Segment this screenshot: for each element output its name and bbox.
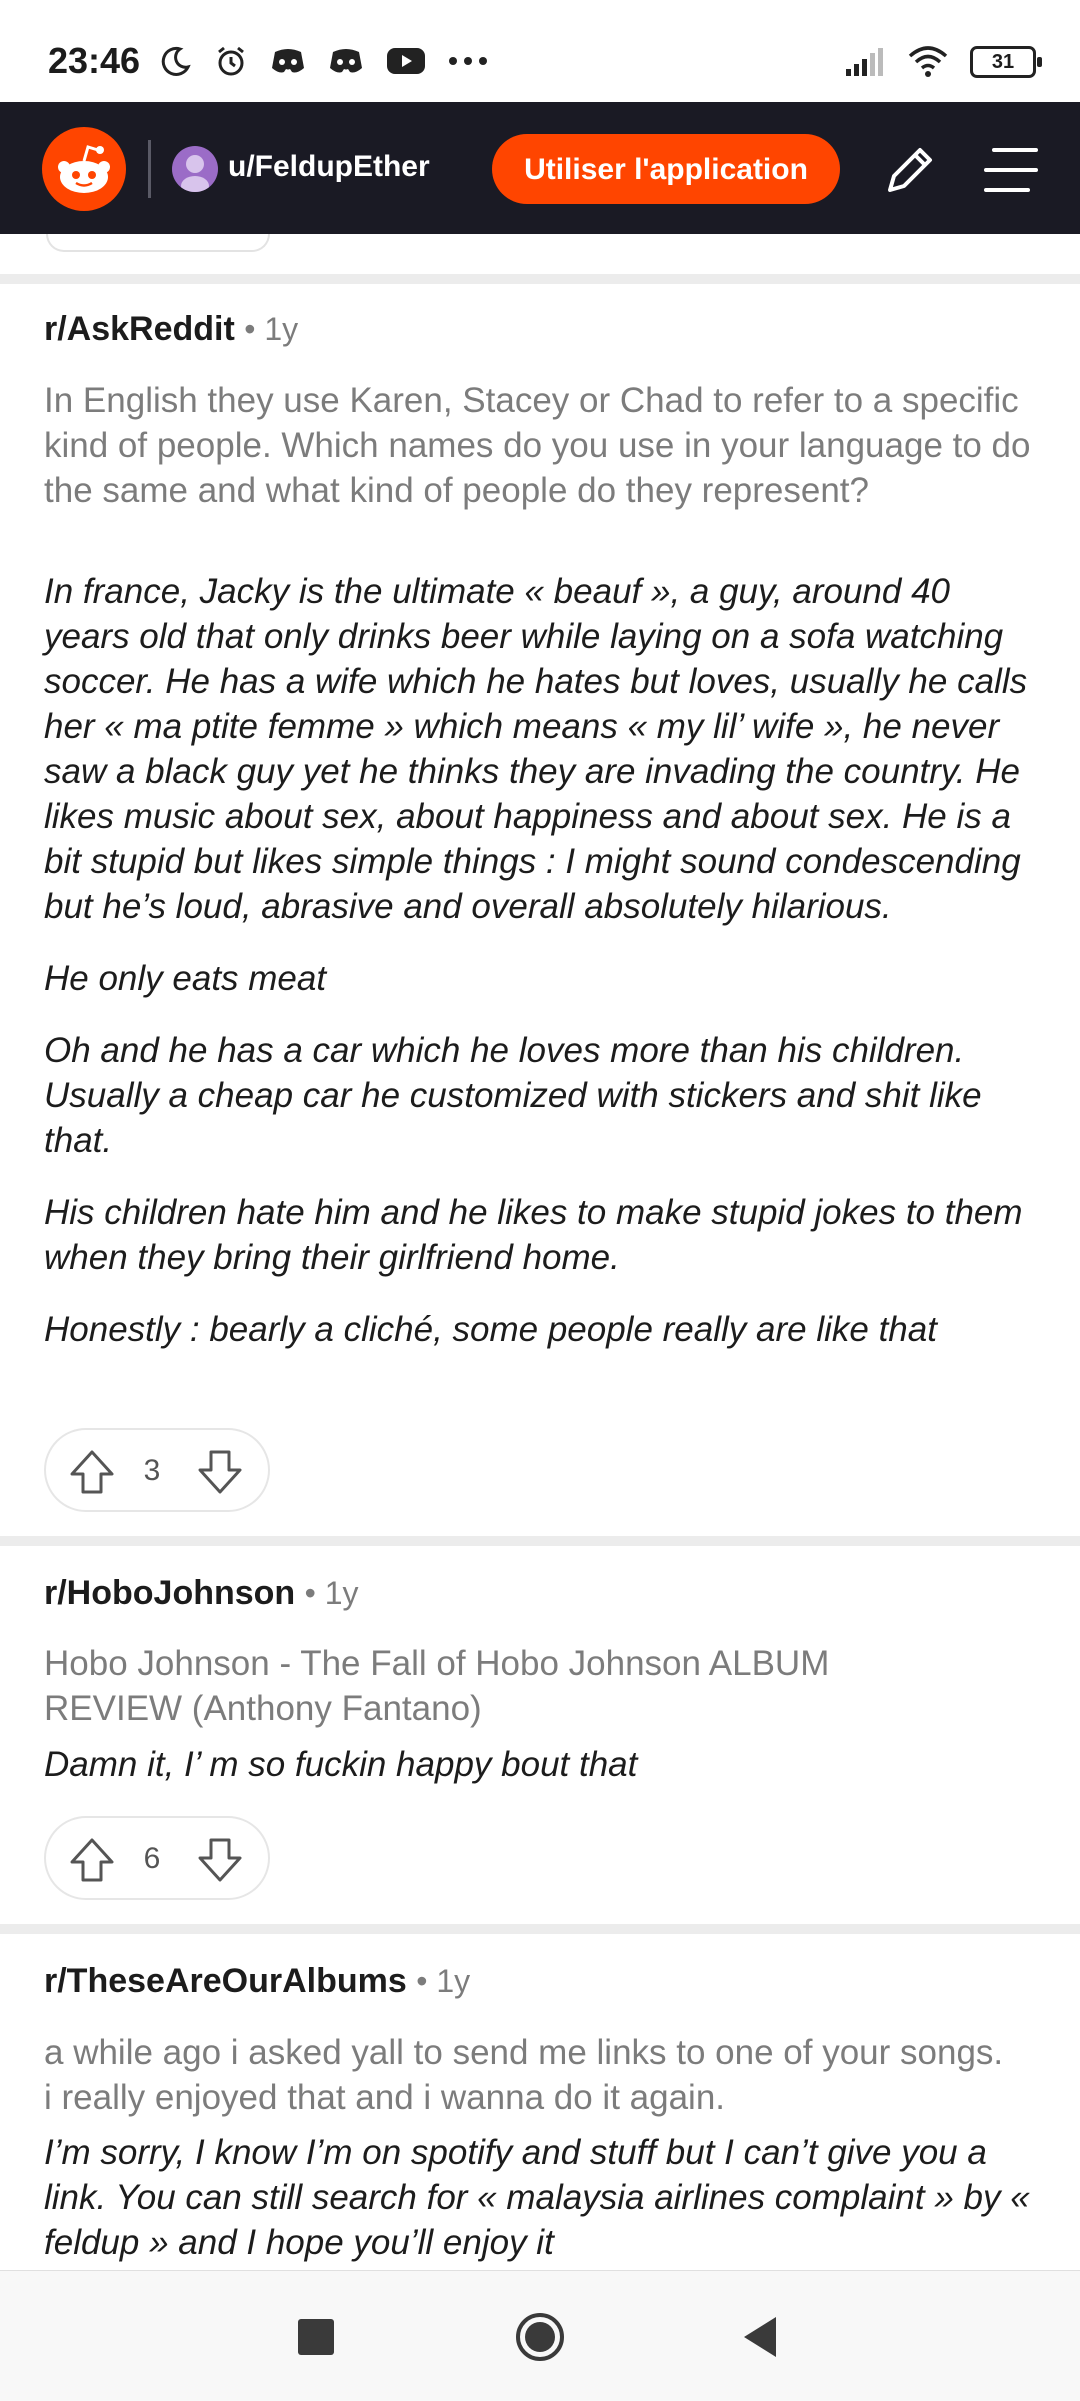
open-app-button[interactable]: Utiliser l'application	[492, 134, 840, 204]
more-icon	[449, 57, 487, 65]
vote-controls: 6	[44, 1816, 270, 1900]
comment-age: • 1y	[416, 1963, 471, 1999]
app-header: u/FeldupEther Utiliser l'application	[0, 102, 1080, 234]
post-title[interactable]: In English they use Karen, Stacey or Cha…	[44, 378, 1034, 513]
comment-paragraph: He only eats meat	[44, 959, 327, 998]
subreddit-link[interactable]: r/AskReddit	[44, 310, 235, 348]
status-notification-icons	[160, 44, 488, 78]
recents-icon[interactable]	[298, 2319, 334, 2355]
feed-divider	[0, 1536, 1080, 1546]
comment-paragraph: In france, Jacky is the ultimate « beauf…	[44, 572, 1028, 926]
feed-divider	[0, 1924, 1080, 1934]
comment-subreddit-line: r/AskReddit • 1y	[44, 310, 298, 349]
comment-paragraph: Oh and he has a car which he loves more …	[44, 1031, 982, 1160]
comment-paragraph: Damn it, I’ m so fuckin happy bout that	[44, 1745, 638, 1784]
status-time: 23:46	[48, 40, 141, 81]
subreddit-link[interactable]: r/HoboJohnson	[44, 1574, 295, 1612]
comment-body[interactable]: I’m sorry, I know I’m on spotify and stu…	[44, 2130, 1044, 2292]
comment-paragraph: His children hate him and he likes to ma…	[44, 1193, 1023, 1277]
comment-paragraph: Honestly : bearly a cliché, some people …	[44, 1310, 937, 1349]
system-nav-bar	[0, 2270, 1080, 2401]
wifi-icon	[908, 46, 948, 77]
vote-controls: 3	[44, 1428, 270, 1512]
back-icon[interactable]	[740, 2315, 780, 2359]
user-avatar-icon	[181, 155, 209, 192]
downvote-icon[interactable]	[196, 1836, 244, 1884]
status-system-icons: 31	[844, 46, 1042, 78]
comment-paragraph: I’m sorry, I know I’m on spotify and stu…	[44, 2133, 1030, 2262]
subreddit-link[interactable]: r/TheseAreOurAlbums	[44, 1962, 407, 2000]
hamburger-menu-icon[interactable]	[980, 142, 1040, 198]
vote-score: 3	[143, 1454, 161, 1487]
comment-age: • 1y	[304, 1575, 359, 1611]
comment-subreddit-line: r/HoboJohnson • 1y	[44, 1574, 359, 1613]
post-title[interactable]: Hobo Johnson - The Fall of Hobo Johnson …	[44, 1641, 964, 1731]
comment-body[interactable]: Damn it, I’ m so fuckin happy bout that	[44, 1742, 1044, 1814]
battery-indicator: 31	[970, 46, 1042, 78]
signal-icon	[846, 48, 883, 76]
home-icon[interactable]	[514, 2311, 566, 2363]
avatar[interactable]	[172, 146, 218, 192]
discord-icon	[330, 49, 362, 73]
upvote-icon[interactable]	[68, 1836, 116, 1884]
downvote-icon[interactable]	[196, 1448, 244, 1496]
post-title[interactable]: a while ago i asked yall to send me link…	[44, 2030, 1004, 2120]
previous-vote-pill	[46, 234, 270, 252]
reddit-snoo-icon	[58, 145, 110, 193]
reddit-logo[interactable]	[42, 127, 126, 211]
status-bar: 23:46 31	[0, 0, 1080, 102]
username[interactable]: u/FeldupEther	[228, 150, 430, 184]
youtube-icon	[387, 48, 425, 74]
alarm-icon	[218, 46, 244, 76]
feed-divider	[0, 274, 1080, 284]
comment-body[interactable]: In france, Jacky is the ultimate « beauf…	[44, 569, 1044, 1379]
header-divider	[148, 140, 151, 198]
upvote-icon[interactable]	[68, 1448, 116, 1496]
comment-subreddit-line: r/TheseAreOurAlbums • 1y	[44, 1962, 470, 2001]
moon-icon	[161, 46, 191, 76]
comment-age: • 1y	[244, 311, 299, 347]
pencil-icon[interactable]	[880, 140, 940, 200]
vote-score: 6	[143, 1842, 161, 1875]
discord-icon	[272, 49, 304, 73]
